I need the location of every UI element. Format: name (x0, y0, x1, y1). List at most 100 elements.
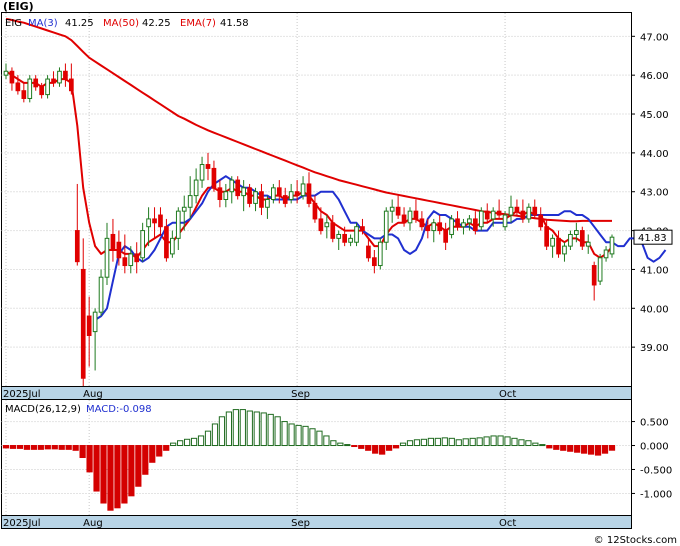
legend-ema7-value: 41.58 (220, 18, 249, 29)
macd-bar (316, 430, 323, 447)
macd-bar (253, 411, 260, 447)
candle-body (253, 191, 258, 204)
candle-body (134, 253, 140, 263)
legend-ma3-label: MA(3) (28, 18, 58, 29)
macd-bar (93, 445, 100, 492)
macd-bar (399, 442, 407, 447)
candle-body (211, 167, 217, 189)
macd-bar (65, 445, 72, 450)
candle-body (609, 236, 615, 255)
macd-bar (156, 445, 163, 457)
macd-bar (218, 416, 226, 447)
macd-bar (9, 445, 17, 449)
macd-bar (79, 445, 86, 459)
price-x-tick-label: Oct (499, 389, 516, 400)
candle-body (395, 206, 401, 216)
legend-ma3-value: 41.25 (65, 18, 94, 29)
candle (27, 75, 33, 103)
candle (449, 215, 454, 239)
macd-bar (149, 445, 156, 463)
macd-bar (163, 445, 170, 451)
macd-bar (204, 430, 212, 447)
candle-body (158, 214, 163, 228)
candle-body (425, 226, 431, 232)
candle-body (146, 218, 151, 228)
macd-bar (267, 413, 274, 447)
stock-chart: 39.0040.0041.0042.0043.0044.0045.0046.00… (1, 0, 677, 546)
legend-ma50-value: 42.25 (142, 18, 171, 29)
candle-body (175, 210, 181, 239)
macd-bar (170, 442, 177, 447)
candle-body (354, 226, 359, 243)
candle-body (181, 206, 187, 212)
candle-body (27, 78, 33, 99)
macd-bar (86, 445, 93, 473)
macd-x-tick-label: Aug (83, 518, 103, 529)
candle-body (401, 214, 407, 224)
candle-body (187, 195, 193, 208)
candle-body (288, 191, 294, 201)
candle-body (520, 210, 526, 220)
price-y-tick-label: 41.00 (640, 265, 669, 276)
candle-body (544, 226, 549, 247)
macd-bar (211, 423, 219, 447)
candle-body (312, 202, 318, 220)
candle-body (419, 218, 425, 228)
macd-bar (58, 445, 65, 450)
macd-bar (594, 445, 602, 456)
macd-bar (323, 435, 330, 447)
macd-bar (476, 437, 483, 447)
candle-body (21, 90, 27, 99)
macd-bar (302, 425, 309, 447)
candle-body (3, 70, 9, 76)
macd-bar (379, 445, 386, 455)
candle-body (585, 241, 591, 247)
candle-body (473, 218, 478, 232)
candle-body (39, 86, 44, 96)
candle-body (164, 226, 169, 259)
candle-body (110, 233, 116, 251)
macd-bar (497, 435, 504, 447)
candle-body (282, 195, 288, 204)
macd-bar (406, 440, 414, 447)
candle-body (597, 257, 603, 282)
macd-bar (177, 440, 184, 447)
candle-body (276, 187, 282, 197)
candle-body (152, 218, 157, 224)
candle-body (562, 245, 567, 255)
candle-body (247, 187, 252, 204)
legend-ma50-label: MA(50) (103, 18, 139, 29)
macd-bar (483, 436, 490, 447)
macd-bar (239, 409, 246, 447)
candle-body (550, 237, 555, 247)
legend-symbol: EIG (5, 18, 22, 29)
candle-body (241, 187, 246, 197)
candle-body (306, 183, 312, 204)
price-y-tick-label: 45.00 (640, 110, 669, 121)
legend-ema7-label: EMA(7) (180, 18, 216, 29)
candle-body (574, 230, 579, 235)
macd-bar (462, 438, 469, 447)
macd-bar (330, 440, 337, 447)
candle-body (122, 257, 128, 267)
macd-bar (232, 409, 239, 447)
macd-y-tick-label: -1.000 (640, 489, 672, 500)
candle-body (92, 311, 98, 333)
candle-body (407, 210, 413, 224)
macd-bar (601, 445, 609, 454)
macd-x-tick-label: Oct (499, 518, 516, 529)
candle-body (15, 82, 21, 92)
macd-bar (525, 440, 532, 447)
macd-bar (455, 439, 462, 447)
candle-body (229, 179, 235, 193)
candle-body (366, 245, 371, 259)
macd-bar (51, 445, 58, 450)
macd-bar (100, 445, 107, 504)
macd-bar (135, 445, 142, 487)
macd-y-tick-label: -0.500 (640, 465, 672, 476)
candle-body (461, 222, 466, 228)
macd-bar (128, 445, 135, 497)
candle (235, 176, 241, 200)
candle-body (508, 206, 514, 216)
macd-bar (427, 437, 435, 447)
